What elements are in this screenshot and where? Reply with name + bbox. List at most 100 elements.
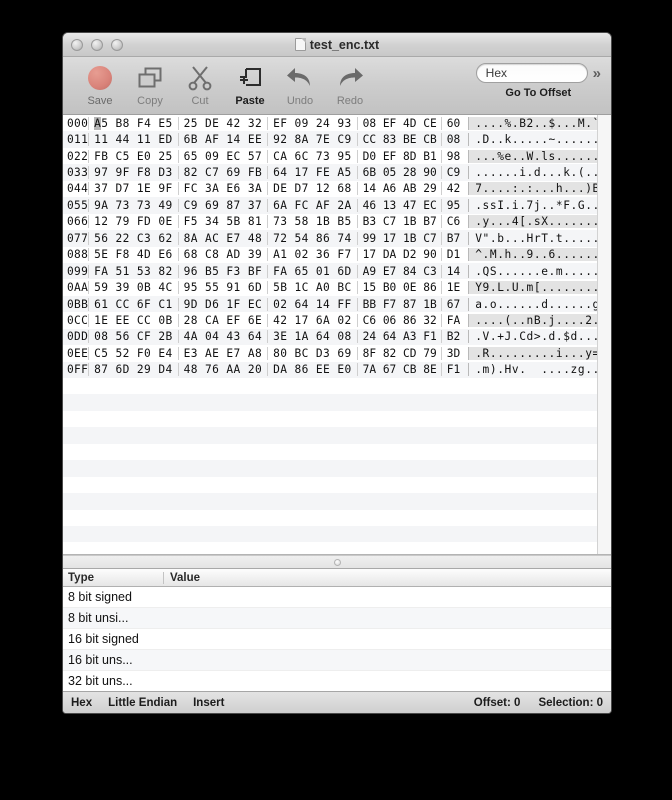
hex-byte-group[interactable]: 64 17 FE A5 [267,166,357,180]
ascii-column[interactable]: ......i.d...k.(.. [468,166,597,180]
hex-byte-last[interactable]: 95 [440,198,464,212]
hex-byte-group[interactable]: 80 BC D3 69 [267,346,357,360]
hex-byte-group[interactable]: 97 9F F8 D3 [88,166,178,180]
hex-byte-group[interactable]: 25 DE 42 32 [177,116,268,130]
hex-byte-last[interactable]: 42 [440,182,464,196]
hex-byte-group[interactable]: 8F 82 CD 79 [356,346,441,360]
inspector-row[interactable]: 8 bit signed [63,587,611,608]
hex-byte-group[interactable]: 6A FC AF 2A [267,198,357,212]
hex-byte-last[interactable]: 14 [440,264,464,278]
hex-byte-group[interactable]: 48 76 AA 20 [177,363,268,377]
hex-row[interactable]: 066 12 79 FD 0E F5 34 5B 81 73 58 1B B5 B3 C… [63,214,597,230]
status-endian[interactable]: Little Endian [108,697,177,709]
hex-byte-group[interactable]: FA 65 01 6D [267,264,357,278]
hex-byte-group[interactable]: 02 64 14 FF [267,297,357,311]
hex-byte-last[interactable]: FA [440,313,464,327]
hex-byte-group[interactable]: E3 AE E7 A8 [177,346,268,360]
ascii-column[interactable]: a.o......d......g [468,297,597,311]
hex-byte-group[interactable]: BB F7 87 1B [356,297,441,311]
hex-row[interactable]: 044 37 D7 1E 9F FC 3A E6 3A DE D7 12 68 14 A… [63,181,597,197]
hex-byte-last[interactable]: 67 [440,297,464,311]
splitter-grip-icon[interactable] [333,558,341,566]
hex-byte-group[interactable]: 6B AF 14 EE [177,133,268,147]
hex-row[interactable]: 0EE C5 52 F0 E4 E3 AE E7 A8 80 BC D3 69 8F 8… [63,345,597,361]
ascii-column[interactable]: .m).Hv. ....zg... [468,363,597,377]
inspector-row[interactable]: 16 bit signed [63,629,611,650]
hex-row[interactable]: 088 5E F8 4D E6 68 C8 AD 39 A1 02 36 F7 17 D… [63,247,597,263]
hex-byte-last[interactable]: 3D [440,346,464,360]
hex-byte-group[interactable]: C9 69 87 37 [177,198,268,212]
inspector-row[interactable]: 8 bit unsi... [63,608,611,629]
hex-row[interactable]: 011 11 44 11 ED 6B AF 14 EE 92 8A 7E C9 CC 8… [63,131,597,148]
hex-byte-group[interactable]: 59 39 0B 4C [88,281,178,295]
hex-view[interactable]: 000 A5 B8 F4 E5 25 DE 42 32 EF 09 24 93 08 E… [63,115,611,555]
ascii-column[interactable]: ...%e..W.ls...... [468,149,597,163]
ascii-column[interactable]: .V.+J.Cd>.d.$d... [468,330,597,344]
hex-byte-group[interactable]: 8A AC E7 48 [177,231,268,245]
hex-byte-group[interactable]: DA 86 EE E0 [267,363,357,377]
hex-row[interactable]: 022 FB C5 E0 25 65 09 EC 57 CA 6C 73 95 D0 E… [63,148,597,164]
hex-byte-group[interactable]: B3 C7 1B B7 [356,215,441,229]
minimize-button[interactable] [91,39,103,51]
hex-row[interactable]: 000 A5 B8 F4 E5 25 DE 42 32 EF 09 24 93 08 E… [63,115,597,131]
hex-byte-group[interactable]: 9A 73 73 49 [88,198,178,212]
hex-byte-group[interactable]: FA 51 53 82 [88,264,178,278]
hex-byte-group[interactable]: 15 B0 0E 86 [356,281,441,295]
inspector-row[interactable]: 16 bit uns... [63,650,611,671]
hex-byte-group[interactable]: 65 09 EC 57 [177,149,268,163]
hex-byte-group[interactable]: 37 D7 1E 9F [88,182,178,196]
inspector-column-type[interactable]: Type [63,572,163,584]
hex-row[interactable]: 099 FA 51 53 82 96 B5 F3 BF FA 65 01 6D A9 E… [63,262,597,280]
ascii-column[interactable]: .ssI.i.7j..*F.G.. [468,198,597,212]
panel-splitter[interactable] [63,555,611,569]
hex-byte-group[interactable]: 4A 04 43 64 [177,330,268,344]
hex-byte-group[interactable]: CC 83 BE CB [356,133,441,147]
hex-byte-group[interactable]: 3E 1A 64 08 [267,330,357,344]
hex-byte-group[interactable]: 08 EF 4D CE [356,116,441,130]
hex-byte-group[interactable]: 87 6D 29 D4 [88,363,178,377]
hex-byte-last[interactable]: F1 [440,363,464,377]
hex-byte-group[interactable]: FC 3A E6 3A [177,182,268,196]
hex-row[interactable]: 033 97 9F F8 D3 82 C7 69 FB 64 17 FE A5 6B 0… [63,164,597,181]
hex-byte-group[interactable]: 99 17 1B C7 [356,231,441,245]
hex-byte-group[interactable]: EF 09 24 93 [267,116,357,130]
hex-row[interactable]: 0BB 61 CC 6F C1 9D D6 1F EC 02 64 14 FF BB F… [63,295,597,313]
hex-byte-group[interactable]: 72 54 86 74 [267,231,357,245]
hex-rows-container[interactable]: 000 A5 B8 F4 E5 25 DE 42 32 EF 09 24 93 08 E… [63,115,597,554]
hex-byte-group[interactable]: 96 B5 F3 BF [177,264,268,278]
zoom-button[interactable] [111,39,123,51]
hex-byte-group[interactable]: 14 A6 AB 29 [356,182,441,196]
goto-offset-input[interactable]: Hex [475,63,588,83]
hex-row[interactable]: 0AA 59 39 0B 4C 95 55 91 6D 5B 1C A0 BC 15 B… [63,279,597,295]
hex-byte-group[interactable]: 24 64 A3 F1 [356,330,441,344]
hex-byte-group[interactable]: 5B 1C A0 BC [267,281,357,295]
ascii-column[interactable]: ....%.B2..$...M.` [468,116,597,130]
hex-byte-group[interactable]: FB C5 E0 25 [88,149,178,163]
hex-byte-group[interactable]: 56 22 C3 62 [88,231,178,245]
hex-byte-group[interactable]: 42 17 6A 02 [267,313,357,327]
ascii-column[interactable]: .QS......e.m..... [468,264,597,278]
hex-row[interactable]: 0DD 08 56 CF 2B 4A 04 43 64 3E 1A 64 08 24 6… [63,328,597,346]
hex-byte-group[interactable]: A5 B8 F4 E5 [88,116,178,130]
inspector-column-value[interactable]: Value [163,571,611,584]
hex-byte-group[interactable]: F5 34 5B 81 [177,215,268,229]
close-button[interactable] [71,39,83,51]
hex-byte-group[interactable]: 6B 05 28 90 [356,166,441,180]
ascii-column[interactable]: Y9.L.U.m[........ [468,281,597,295]
hex-byte-group[interactable]: 9D D6 1F EC [177,297,268,311]
inspector-row[interactable]: 32 bit uns... [63,671,611,691]
hex-byte-last[interactable]: B7 [440,231,464,245]
hex-byte-last[interactable]: 1E [440,281,464,295]
ascii-column[interactable]: .D..k.....~...... [468,133,597,147]
hex-byte-last[interactable]: 98 [440,149,464,163]
hex-byte-group[interactable]: 46 13 47 EC [356,198,441,212]
hex-byte-group[interactable]: 28 CA EF 6E [177,313,268,327]
hex-byte-group[interactable]: 95 55 91 6D [177,281,268,295]
hex-byte-group[interactable]: 92 8A 7E C9 [267,133,357,147]
hex-byte-group[interactable]: 17 DA D2 90 [356,248,441,262]
hex-byte-group[interactable]: 61 CC 6F C1 [88,297,178,311]
hex-byte-group[interactable]: 12 79 FD 0E [88,215,178,229]
hex-row[interactable]: 0CC 1E EE CC 0B 28 CA EF 6E 42 17 6A 02 C6 0… [63,312,597,328]
ascii-column[interactable]: ^.M.h..9..6...... [468,248,597,262]
hex-byte-group[interactable]: 11 44 11 ED [88,133,178,147]
